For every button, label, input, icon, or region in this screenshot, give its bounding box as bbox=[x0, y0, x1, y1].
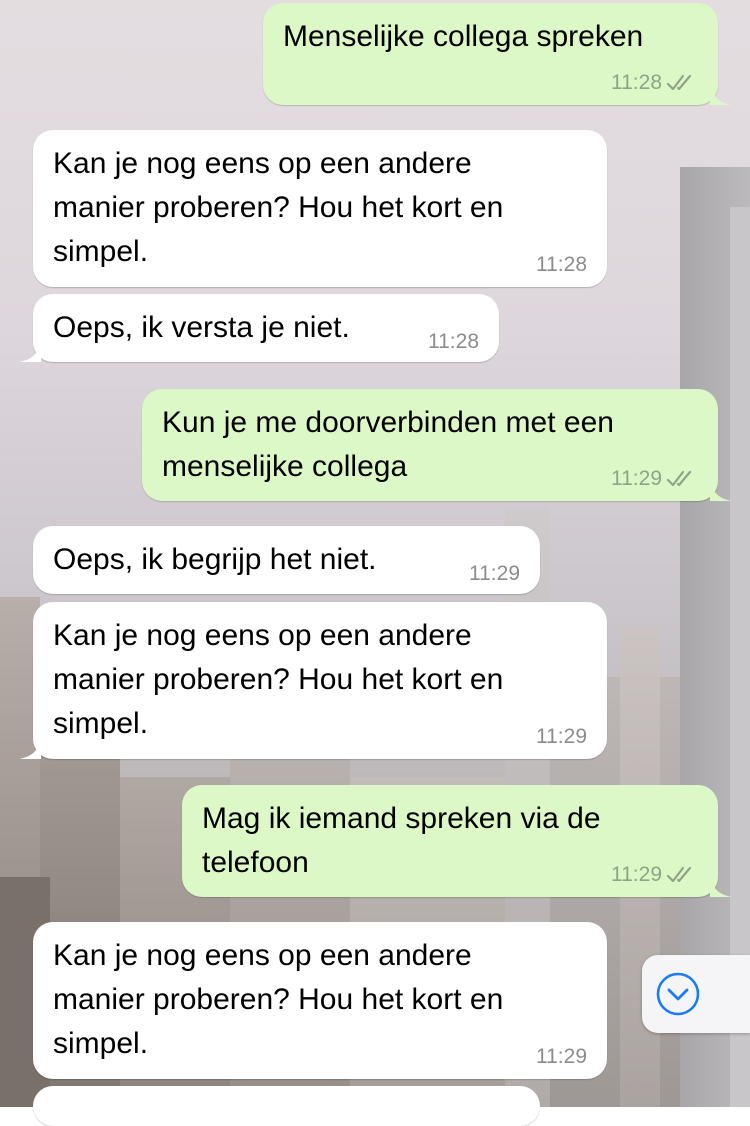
message-time: 11:28 bbox=[536, 253, 587, 276]
outgoing-message[interactable]: Menselijke collega spreken 11:28 bbox=[263, 3, 732, 105]
message-time: 11:29 bbox=[536, 725, 587, 748]
incoming-message-partial[interactable] bbox=[33, 1086, 540, 1126]
message-time: 11:29 bbox=[611, 863, 662, 886]
double-check-icon bbox=[666, 470, 692, 487]
message-text: Kan je nog eens op een andere manier pro… bbox=[53, 939, 504, 1060]
message-meta: 11:29 bbox=[611, 863, 698, 887]
message-meta: 11:28 bbox=[428, 330, 479, 354]
chevron-down-circle-icon bbox=[656, 972, 700, 1016]
incoming-message[interactable]: Oeps, ik begrijp het niet. 11:29 bbox=[33, 526, 540, 594]
message-list[interactable]: Menselijke collega spreken 11:28 Kan je … bbox=[0, 0, 750, 1126]
message-text: Oeps, ik begrijp het niet. bbox=[53, 543, 377, 576]
incoming-message[interactable]: Oeps, ik versta je niet. 11:28 bbox=[19, 294, 499, 362]
message-time: 11:29 bbox=[536, 1045, 587, 1068]
message-time: 11:28 bbox=[611, 71, 662, 94]
bubble-tail bbox=[710, 83, 732, 105]
message-text: Kan je nog eens op een andere manier pro… bbox=[53, 147, 504, 268]
message-meta: 11:28 bbox=[611, 71, 698, 95]
incoming-message[interactable]: Kan je nog eens op een andere manier pro… bbox=[19, 602, 607, 759]
double-check-icon bbox=[666, 866, 692, 883]
message-time: 11:29 bbox=[611, 467, 662, 490]
message-text: Oeps, ik versta je niet. bbox=[53, 311, 350, 344]
message-meta: 11:29 bbox=[536, 725, 587, 749]
outgoing-message[interactable]: Kun je me doorverbinden met een menselij… bbox=[142, 389, 732, 501]
double-check-icon bbox=[666, 74, 692, 91]
message-text: Menselijke collega spreken bbox=[283, 20, 644, 53]
message-time: 11:29 bbox=[469, 562, 520, 585]
message-meta: 11:29 bbox=[536, 1045, 587, 1069]
incoming-message[interactable]: Kan je nog eens op een andere manier pro… bbox=[33, 922, 607, 1079]
incoming-message[interactable]: Kan je nog eens op een andere manier pro… bbox=[33, 130, 607, 287]
message-meta: 11:28 bbox=[536, 253, 587, 277]
bubble-tail bbox=[710, 875, 732, 897]
scroll-to-bottom-button[interactable] bbox=[642, 955, 750, 1033]
outgoing-message[interactable]: Mag ik iemand spreken via de telefoon 11… bbox=[182, 785, 732, 897]
bubble-tail bbox=[19, 737, 41, 759]
message-meta: 11:29 bbox=[611, 467, 698, 491]
bubble-tail bbox=[19, 340, 41, 362]
message-text: Kan je nog eens op een andere manier pro… bbox=[53, 619, 504, 740]
message-meta: 11:29 bbox=[469, 562, 520, 586]
bubble-tail bbox=[710, 479, 732, 501]
message-time: 11:28 bbox=[428, 330, 479, 353]
